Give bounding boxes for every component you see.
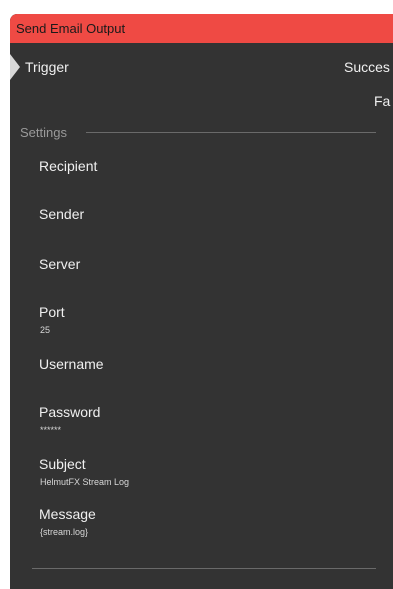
bottom-divider [32, 568, 376, 569]
sender-field[interactable]: Sender [39, 206, 369, 246]
subject-field[interactable]: Subject HelmutFX Stream Log [39, 456, 369, 496]
sender-label: Sender [39, 206, 85, 222]
subject-value[interactable]: HelmutFX Stream Log [40, 477, 129, 487]
recipient-field[interactable]: Recipient [39, 158, 369, 198]
message-field[interactable]: Message {stream.log} [39, 506, 369, 546]
trigger-input-port-icon[interactable] [10, 54, 20, 80]
success-output-label: Succes [344, 59, 390, 75]
server-label: Server [39, 256, 81, 272]
message-value[interactable]: {stream.log} [40, 527, 88, 537]
username-label: Username [39, 356, 104, 372]
send-email-output-node[interactable]: Send Email Output Trigger Succes Fa Sett… [10, 14, 393, 589]
password-value[interactable]: ****** [40, 425, 61, 435]
port-field[interactable]: Port 25 [39, 304, 369, 344]
node-title-bar[interactable]: Send Email Output [10, 14, 393, 43]
message-label: Message [39, 506, 96, 522]
trigger-input-label: Trigger [25, 59, 69, 75]
subject-label: Subject [39, 456, 86, 472]
password-field[interactable]: Password ****** [39, 404, 369, 444]
server-field[interactable]: Server [39, 256, 369, 296]
fail-output-label: Fa [374, 93, 391, 109]
port-value[interactable]: 25 [40, 325, 50, 335]
password-label: Password [39, 404, 101, 420]
settings-divider [86, 132, 376, 133]
username-field[interactable]: Username [39, 356, 369, 396]
node-title: Send Email Output [16, 21, 126, 36]
recipient-label: Recipient [39, 158, 98, 174]
settings-section-label: Settings [20, 125, 67, 140]
port-label: Port [39, 304, 65, 320]
